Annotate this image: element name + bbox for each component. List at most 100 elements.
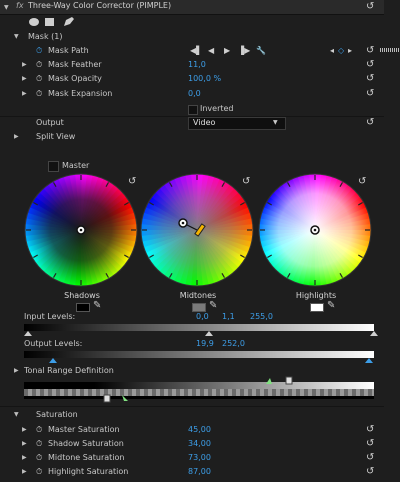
balance-knob-center [181, 221, 185, 225]
shadows-wheel[interactable] [24, 173, 138, 287]
stopwatch-icon[interactable]: ⏱ [36, 72, 42, 86]
output-white-value[interactable]: 252,0 [222, 337, 245, 351]
expand-triangle-icon[interactable]: ▶ [22, 465, 27, 479]
reset-icon[interactable]: ↺ [366, 89, 374, 99]
output-black-slider[interactable] [49, 358, 57, 363]
eyedropper-icon[interactable]: ✎ [93, 300, 101, 311]
midtones-label: Midtones [179, 291, 217, 300]
output-row: Output Video ▼ ↺ [0, 116, 400, 130]
stopwatch-icon[interactable]: ⏱ [36, 87, 42, 101]
ellipse-mask-icon[interactable] [29, 18, 39, 26]
tonal-highlight-softness-handle[interactable] [266, 378, 272, 384]
wrench-icon[interactable]: 🔧 [256, 46, 266, 56]
track-prev-frame-icon[interactable]: ◀ [208, 46, 214, 56]
shadow-saturation-label: Shadow Saturation [48, 439, 124, 448]
expand-triangle-icon[interactable]: ▶ [22, 451, 27, 465]
saturation-group-row[interactable]: ▼ Saturation [0, 408, 400, 422]
input-white-value[interactable]: 255,0 [250, 310, 273, 324]
chevron-down-icon: ▼ [273, 119, 278, 126]
reset-icon[interactable]: ↺ [366, 60, 374, 70]
stopwatch-icon[interactable]: ⏱ [36, 451, 42, 465]
mask-path-row: ⏱ Mask Path ◀▌ ◀ ▶ ▐▶ 🔧 ◂ ◇ ▸ ↺ [0, 44, 400, 58]
stopwatch-icon[interactable]: ⏱ [36, 437, 42, 451]
mask-tools [29, 17, 74, 26]
mask-expansion-row: ▶ ⏱ Mask Expansion 0,0 ↺ [0, 87, 400, 101]
color-wheels: ↺ ↺ ↺ [24, 173, 372, 287]
reset-icon[interactable]: ↺ [366, 74, 374, 84]
reset-highlights-icon[interactable]: ↺ [358, 176, 366, 187]
divider [0, 406, 384, 407]
mask-opacity-row: ▶ ⏱ Mask Opacity 100,0 % ↺ [0, 72, 400, 86]
highlight-saturation-value[interactable]: 87,00 [188, 465, 211, 479]
tonal-highlight-handle[interactable] [285, 376, 293, 385]
stopwatch-icon[interactable]: ⏱ [36, 58, 42, 72]
expand-triangle-icon[interactable]: ▶ [14, 130, 19, 144]
add-keyframe-icon[interactable]: ◇ [338, 46, 344, 56]
stopwatch-icon[interactable]: ⏱ [36, 423, 42, 437]
mask-feather-row: ▶ ⏱ Mask Feather 11,0 ↺ [0, 58, 400, 72]
expand-triangle-icon[interactable]: ▶ [22, 437, 27, 451]
expand-triangle-icon[interactable]: ▶ [14, 364, 19, 378]
mask-collapse-icon[interactable]: ▼ [14, 30, 19, 44]
rectangle-mask-icon[interactable] [45, 18, 54, 26]
stopwatch-icon[interactable]: ⏱ [36, 465, 42, 479]
mask-group-row[interactable]: ▼ Mask (1) [0, 30, 400, 44]
expand-triangle-icon[interactable]: ▶ [22, 423, 27, 437]
collapse-triangle-icon[interactable]: ▼ [4, 4, 9, 11]
reset-icon[interactable]: ↺ [366, 46, 374, 56]
highlights-swatch[interactable] [310, 303, 324, 312]
effect-header[interactable]: ▼ fx Three-Way Color Corrector (PIMPLE) [0, 0, 384, 15]
mask-opacity-value[interactable]: 100,0 % [188, 72, 221, 86]
collapse-triangle-icon[interactable]: ▼ [14, 408, 19, 422]
track-next-frame-icon[interactable]: ▶ [224, 46, 230, 56]
tonal-shadow-softness-handle[interactable] [122, 395, 128, 401]
stopwatch-icon[interactable]: ⏱ [36, 44, 42, 58]
master-saturation-label: Master Saturation [48, 425, 120, 434]
shadows-swatch[interactable] [76, 303, 90, 312]
tonal-shadow-handle[interactable] [103, 394, 111, 403]
reset-midtones-icon[interactable]: ↺ [242, 176, 250, 187]
mask-expansion-value[interactable]: 0,0 [188, 87, 201, 101]
keyframe-prev-icon[interactable]: ◂ [330, 46, 334, 56]
eyedropper-icon[interactable]: ✎ [327, 300, 335, 311]
reset-icon[interactable]: ↺ [366, 439, 374, 449]
mask-feather-value[interactable]: 11,0 [188, 58, 206, 72]
master-saturation-value[interactable]: 45,00 [188, 423, 211, 437]
output-select[interactable]: Video ▼ [188, 117, 286, 130]
track-backward-icon[interactable]: ◀▌ [190, 46, 202, 56]
reset-icon[interactable]: ↺ [366, 453, 374, 463]
input-gray-value[interactable]: 1,1 [222, 310, 235, 324]
track-forward-icon[interactable]: ▐▶ [238, 46, 250, 56]
input-black-slider[interactable] [24, 331, 32, 336]
reset-icon[interactable]: ↺ [366, 118, 374, 128]
pen-mask-icon[interactable] [64, 17, 74, 26]
output-selected-value: Video [193, 118, 216, 127]
input-levels-label: Input Levels: [24, 312, 76, 321]
output-levels-label: Output Levels: [24, 339, 83, 348]
split-view-row[interactable]: ▶ Split View [0, 130, 400, 144]
reset-icon[interactable]: ↺ [366, 425, 374, 435]
output-black-value[interactable]: 19,9 [196, 337, 214, 351]
expand-triangle-icon[interactable]: ▶ [22, 58, 27, 72]
expand-triangle-icon[interactable]: ▶ [22, 87, 27, 101]
shadow-saturation-value[interactable]: 34,00 [188, 437, 211, 451]
fx-icon[interactable]: fx [16, 1, 24, 10]
reset-icon[interactable]: ↺ [366, 2, 374, 12]
inverted-checkbox[interactable] [188, 105, 198, 115]
keyframe-track [380, 48, 400, 52]
input-gray-slider[interactable] [205, 331, 213, 336]
reset-shadows-icon[interactable]: ↺ [128, 176, 136, 187]
mask-path-label: Mask Path [48, 46, 89, 55]
highlights-wheel[interactable] [258, 173, 372, 287]
input-white-slider[interactable] [370, 331, 378, 336]
midtone-saturation-value[interactable]: 73,00 [188, 451, 211, 465]
output-label: Output [36, 118, 64, 127]
shadow-saturation-row: ▶ ⏱ Shadow Saturation 34,00 ↺ [0, 437, 400, 451]
eyedropper-icon[interactable]: ✎ [209, 300, 217, 311]
reset-icon[interactable]: ↺ [366, 467, 374, 477]
expand-triangle-icon[interactable]: ▶ [22, 72, 27, 86]
output-white-slider[interactable] [365, 358, 373, 363]
keyframe-next-icon[interactable]: ▸ [348, 46, 352, 56]
midtones-wheel[interactable] [140, 173, 254, 287]
input-black-value[interactable]: 0,0 [196, 310, 209, 324]
